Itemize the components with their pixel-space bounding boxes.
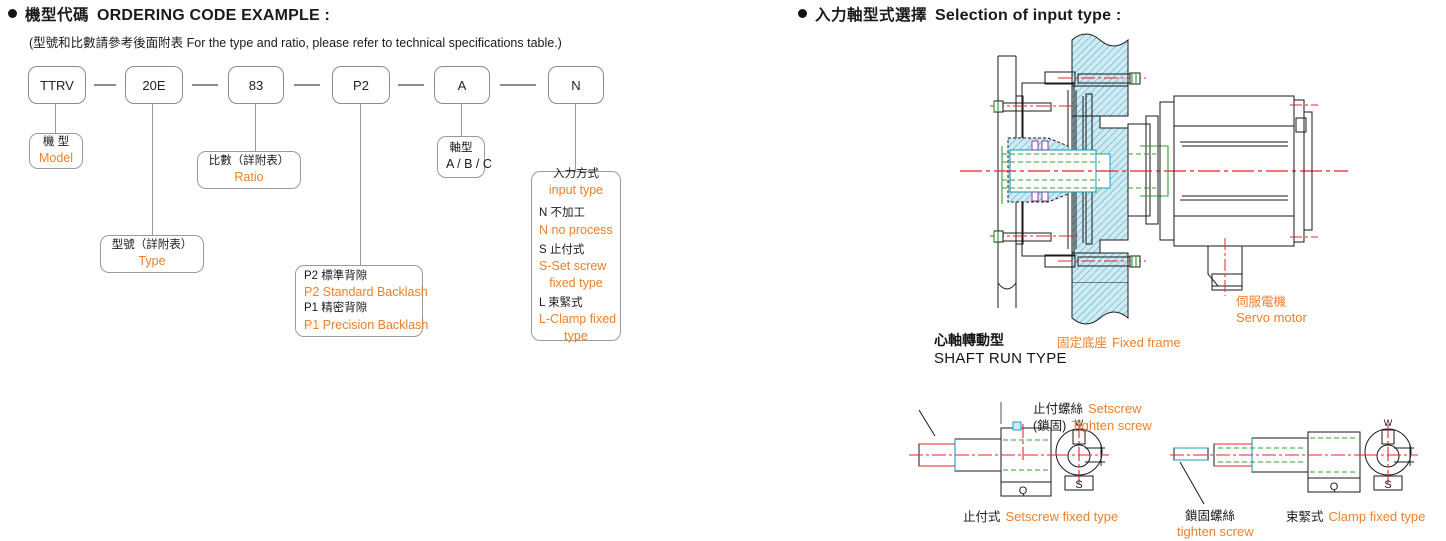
lock-screw-en: tighten screw	[1177, 524, 1254, 540]
code-box-model[interactable]: TTRV	[28, 66, 86, 104]
shaft-run-type-label: 心軸轉動型 SHAFT RUN TYPE	[934, 332, 1067, 368]
callout-input-type-l-en2: type	[564, 329, 588, 344]
callout-backlash-p1-cn: P1 精密背隙	[304, 302, 368, 314]
lock-screw-callout: 鎖固螺絲 tighten screw	[1177, 508, 1254, 541]
input-type-heading-cn: 入力軸型式選擇	[815, 7, 928, 24]
callout-backlash-p1-en: P1 Precision Backlash	[304, 317, 429, 332]
callout-input-type-s-en2: fixed type	[549, 276, 603, 291]
setscrew-fixed-type-en: Setscrew fixed type	[1005, 509, 1119, 524]
code-box-model-value: TTRV	[40, 77, 74, 93]
leader-line-backlash	[360, 103, 362, 265]
callout-shaft-type: 軸型 A / B / C	[437, 136, 492, 178]
code-box-input-type[interactable]: N	[548, 66, 604, 104]
callout-input-type-l-en: L-Clamp fixed	[539, 312, 617, 327]
callout-input-type: 入力方式 input type N 不加工 N no process S 止付式…	[531, 168, 621, 343]
leader-line-model	[55, 103, 57, 133]
bullet-icon-2	[798, 9, 807, 18]
callout-input-type-title-cn: 入力方式	[553, 167, 599, 180]
input-type-heading-en: Selection of input type :	[935, 7, 1122, 24]
callout-input-type-s-en: S-Set screw	[539, 259, 607, 274]
setscrew-callout: 止付螺絲 Setscrew	[1033, 401, 1141, 418]
servo-motor-cn: 伺服電機	[1236, 295, 1287, 309]
dim-q-left: Q	[1019, 485, 1028, 497]
clamp-fixed-type-en: Clamp fixed type	[1328, 509, 1426, 524]
ordering-code-note: (型號和比數請參考後面附表 For the type and ratio, pl…	[29, 36, 562, 50]
callout-input-type-n-cn: N 不加工	[539, 207, 585, 220]
callout-ratio: 比數（詳附表） Ratio	[197, 151, 301, 189]
leader-line-ratio	[255, 103, 257, 151]
servo-motor-en: Servo motor	[1236, 310, 1307, 326]
callout-type-cn: 型號（詳附表）	[111, 238, 193, 251]
setscrew-en: Setscrew	[1088, 401, 1142, 416]
code-separator-2	[192, 84, 218, 86]
setscrew-fixed-type-label: 止付式 Setscrew fixed type	[963, 509, 1118, 526]
code-box-type[interactable]: 20E	[125, 66, 183, 104]
tighten-screw-callout: (鎖固) Tighten screw	[1033, 418, 1152, 435]
tighten-screw-en: Tighten screw	[1071, 418, 1152, 433]
callout-backlash-p2-cn: P2 標準背隙	[304, 269, 368, 282]
bullet-icon	[8, 9, 17, 18]
ordering-code-heading-cn: 機型代碼	[25, 7, 90, 24]
input-type-selection-heading: 入力軸型式選擇 Selection of input type :	[798, 3, 1121, 25]
dim-s-right: S	[1384, 479, 1391, 491]
leader-line-shaft-type	[461, 103, 463, 136]
callout-model-cn: 機 型	[42, 135, 70, 148]
servo-motor-label: 伺服電機 Servo motor	[1236, 294, 1307, 327]
callout-input-type-n-en: N no process	[539, 222, 613, 237]
callout-backlash: P2 標準背隙 P2 Standard Backlash P1 精密背隙 P1 …	[295, 265, 429, 337]
dim-s-left: S	[1075, 479, 1082, 491]
fixed-frame-cn: 固定底座	[1057, 336, 1108, 350]
code-separator-1	[94, 84, 116, 86]
tighten-screw-cn: (鎖固)	[1033, 419, 1067, 433]
fixed-frame-label: 固定底座 Fixed frame	[1057, 335, 1181, 352]
code-box-input-type-value: N	[571, 77, 581, 93]
shaft-run-type-en: SHAFT RUN TYPE	[934, 349, 1067, 367]
callout-shaft-type-cn: 軸型	[449, 141, 473, 154]
ordering-code-heading-en: ORDERING CODE EXAMPLE :	[97, 7, 331, 24]
code-box-backlash-value: P2	[353, 77, 369, 93]
leader-line-input-type	[575, 103, 577, 171]
callout-backlash-p2-en: P2 Standard Backlash	[304, 285, 428, 300]
setscrew-cn: 止付螺絲	[1033, 402, 1084, 416]
callout-ratio-cn: 比數（詳附表）	[208, 154, 290, 167]
ordering-code-heading: 機型代碼 ORDERING CODE EXAMPLE :	[8, 3, 330, 25]
callout-ratio-en: Ratio	[234, 170, 264, 185]
code-separator-4	[398, 84, 424, 86]
dim-w-right: W	[1384, 418, 1393, 428]
code-box-shaft-type-value: A	[457, 77, 467, 93]
callout-type-en: Type	[138, 254, 166, 269]
callout-input-type-title-en: input type	[548, 183, 604, 198]
code-box-shaft-type[interactable]: A	[434, 66, 490, 104]
code-box-ratio-value: 83	[248, 77, 264, 93]
callout-type: 型號（詳附表） Type	[100, 235, 204, 273]
clamp-fixed-type-cn: 束緊式	[1286, 510, 1324, 524]
callout-model-en: Model	[38, 151, 74, 166]
code-box-type-value: 20E	[142, 77, 166, 93]
code-box-backlash[interactable]: P2	[332, 66, 390, 104]
leader-line-type	[152, 103, 154, 235]
code-box-ratio[interactable]: 83	[228, 66, 284, 104]
callout-input-type-l-cn: L 束緊式	[539, 296, 583, 309]
clamp-fixed-type-label: 束緊式 Clamp fixed type	[1286, 509, 1425, 526]
shaft-run-assembly-drawing	[960, 33, 1348, 325]
callout-input-type-s-cn: S 止付式	[539, 243, 585, 256]
fixed-frame-en: Fixed frame	[1112, 335, 1181, 350]
dim-q-right: Q	[1330, 481, 1339, 493]
setscrew-fixed-type-cn: 止付式	[963, 510, 1001, 524]
lock-screw-cn: 鎖固螺絲	[1185, 509, 1236, 523]
code-separator-5	[500, 84, 536, 86]
callout-model: 機 型 Model	[29, 133, 83, 169]
shaft-run-type-cn: 心軸轉動型	[934, 332, 1004, 348]
code-separator-3	[294, 84, 320, 86]
callout-shaft-type-en: A / B / C	[446, 157, 492, 172]
